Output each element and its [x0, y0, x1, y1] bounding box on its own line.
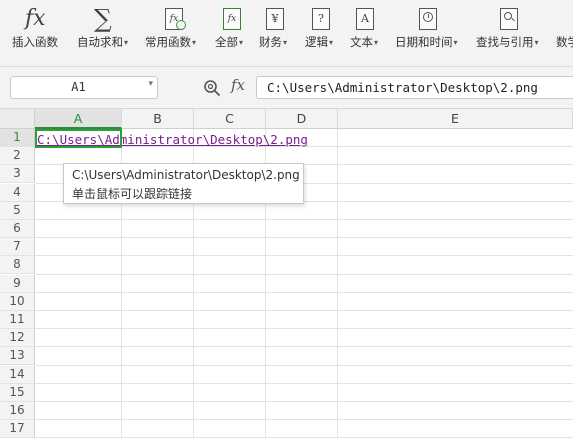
select-all-corner[interactable]	[0, 109, 35, 129]
chevron-down-icon: ▾	[534, 38, 539, 47]
text-functions-button[interactable]: A 文本▾	[350, 0, 390, 62]
row-header-12[interactable]: 12	[0, 329, 35, 348]
text-function-icon: A	[356, 6, 376, 32]
name-box[interactable]: A1 ▾	[10, 76, 158, 99]
row-header-15[interactable]: 15	[0, 383, 35, 402]
finance-button[interactable]: ¥ 财务▾	[259, 0, 299, 62]
row-gridline	[35, 310, 573, 311]
chevron-down-icon: ▾	[329, 38, 334, 47]
row-gridline	[35, 291, 573, 293]
fx-icon: fx	[25, 6, 46, 31]
column-header-d[interactable]: D	[266, 109, 338, 129]
column-header-a[interactable]: A	[35, 109, 122, 129]
tooltip-hint: 单击鼠标可以跟踪链接	[72, 187, 193, 201]
row-header-9[interactable]: 9	[0, 274, 35, 293]
all-functions-button[interactable]: fx 全部▾	[215, 0, 255, 62]
row-header-1[interactable]: 1	[0, 129, 35, 147]
zoom-magnifier-icon[interactable]	[203, 79, 221, 97]
datetime-button[interactable]: 日期和时间▾	[395, 0, 467, 62]
chevron-down-icon: ▾	[124, 38, 129, 47]
lookup-icon	[500, 6, 520, 32]
hyperlink-tooltip: C:\Users\Administrator\Desktop\2.png 单击鼠…	[63, 163, 304, 204]
datetime-icon	[419, 6, 439, 32]
row-header-4[interactable]: 4	[0, 183, 35, 202]
common-function-icon: fx	[165, 6, 186, 32]
chevron-down-icon: ▾	[453, 38, 458, 47]
cell-a1-hyperlink[interactable]: C:\Users\Administrator\Desktop\2.png	[37, 132, 308, 147]
column-gridline	[337, 129, 338, 438]
row-header-17[interactable]: 17	[0, 420, 35, 438]
row-header-5[interactable]: 5	[0, 201, 35, 220]
row-header-10[interactable]: 10	[0, 292, 35, 311]
row-gridline	[35, 364, 573, 366]
logic-button[interactable]: ? 逻辑▾	[305, 0, 345, 62]
finance-label: 财务	[259, 35, 282, 49]
formula-input[interactable]: C:\Users\Administrator\Desktop\2.png	[256, 76, 573, 99]
datetime-label: 日期和时间	[395, 35, 453, 49]
column-header-b[interactable]: B	[122, 109, 194, 129]
math-button[interactable]: 数学	[556, 0, 573, 62]
row-gridline	[35, 328, 573, 330]
common-functions-button[interactable]: fx 常用函数▾	[145, 0, 207, 62]
row-gridline	[35, 401, 573, 402]
formula-ribbon: fx 插入函数 ∑ 自动求和▾ fx 常用函数▾ fx 全部▾ ¥ 财务▾ ? …	[0, 0, 573, 67]
autosum-button[interactable]: ∑ 自动求和▾	[77, 0, 137, 62]
row-gridline	[35, 419, 573, 421]
column-header-e[interactable]: E	[338, 109, 573, 129]
insert-function-button[interactable]: fx 插入函数	[12, 0, 67, 62]
row-gridline	[35, 219, 573, 220]
chevron-down-icon: ▾	[148, 79, 153, 89]
formula-input-value: C:\Users\Administrator\Desktop\2.png	[267, 80, 538, 95]
math-label: 数学	[556, 35, 573, 49]
row-header-3[interactable]: 3	[0, 165, 35, 184]
lookup-reference-button[interactable]: 查找与引用▾	[476, 0, 548, 62]
row-header-6[interactable]: 6	[0, 220, 35, 238]
formula-bar: A1 ▾ fx C:\Users\Administrator\Desktop\2…	[0, 67, 573, 109]
common-functions-label: 常用函数	[145, 35, 191, 49]
row-header-7[interactable]: 7	[0, 238, 35, 257]
spreadsheet-grid[interactable]: A B C D E 1 2 3 4 5 6 7 8 9 10 11 12 13 14 15 16 17 C:\U…	[0, 109, 573, 438]
finance-icon: ¥	[266, 6, 286, 32]
column-header-c[interactable]: C	[194, 109, 266, 129]
chevron-down-icon: ▾	[374, 38, 379, 47]
all-functions-label: 全部	[215, 35, 238, 49]
chevron-down-icon: ▾	[239, 38, 244, 47]
chevron-down-icon: ▾	[192, 38, 197, 47]
row-header-2[interactable]: 2	[0, 147, 35, 166]
tooltip-path: C:\Users\Administrator\Desktop\2.png	[72, 168, 300, 182]
fx-icon[interactable]: fx	[231, 76, 245, 94]
row-header-16[interactable]: 16	[0, 402, 35, 420]
logic-label: 逻辑	[305, 35, 328, 49]
row-gridline	[35, 255, 573, 257]
row-gridline	[35, 346, 573, 348]
row-header-8[interactable]: 8	[0, 256, 35, 275]
lookup-reference-label: 查找与引用	[476, 35, 534, 49]
chevron-down-icon: ▾	[283, 38, 288, 47]
row-header-13[interactable]: 13	[0, 347, 35, 366]
row-gridline	[35, 237, 573, 239]
name-box-value: A1	[71, 80, 86, 94]
row-header-11[interactable]: 11	[0, 311, 35, 329]
autosum-label: 自动求和	[77, 35, 123, 49]
text-functions-label: 文本	[350, 35, 373, 49]
row-gridline	[35, 273, 573, 275]
insert-function-label: 插入函数	[12, 35, 58, 49]
sigma-icon: ∑	[94, 4, 112, 33]
row-header-14[interactable]: 14	[0, 365, 35, 384]
row-gridline	[35, 382, 573, 384]
logic-icon: ?	[312, 6, 332, 32]
all-functions-icon: fx	[223, 6, 243, 32]
